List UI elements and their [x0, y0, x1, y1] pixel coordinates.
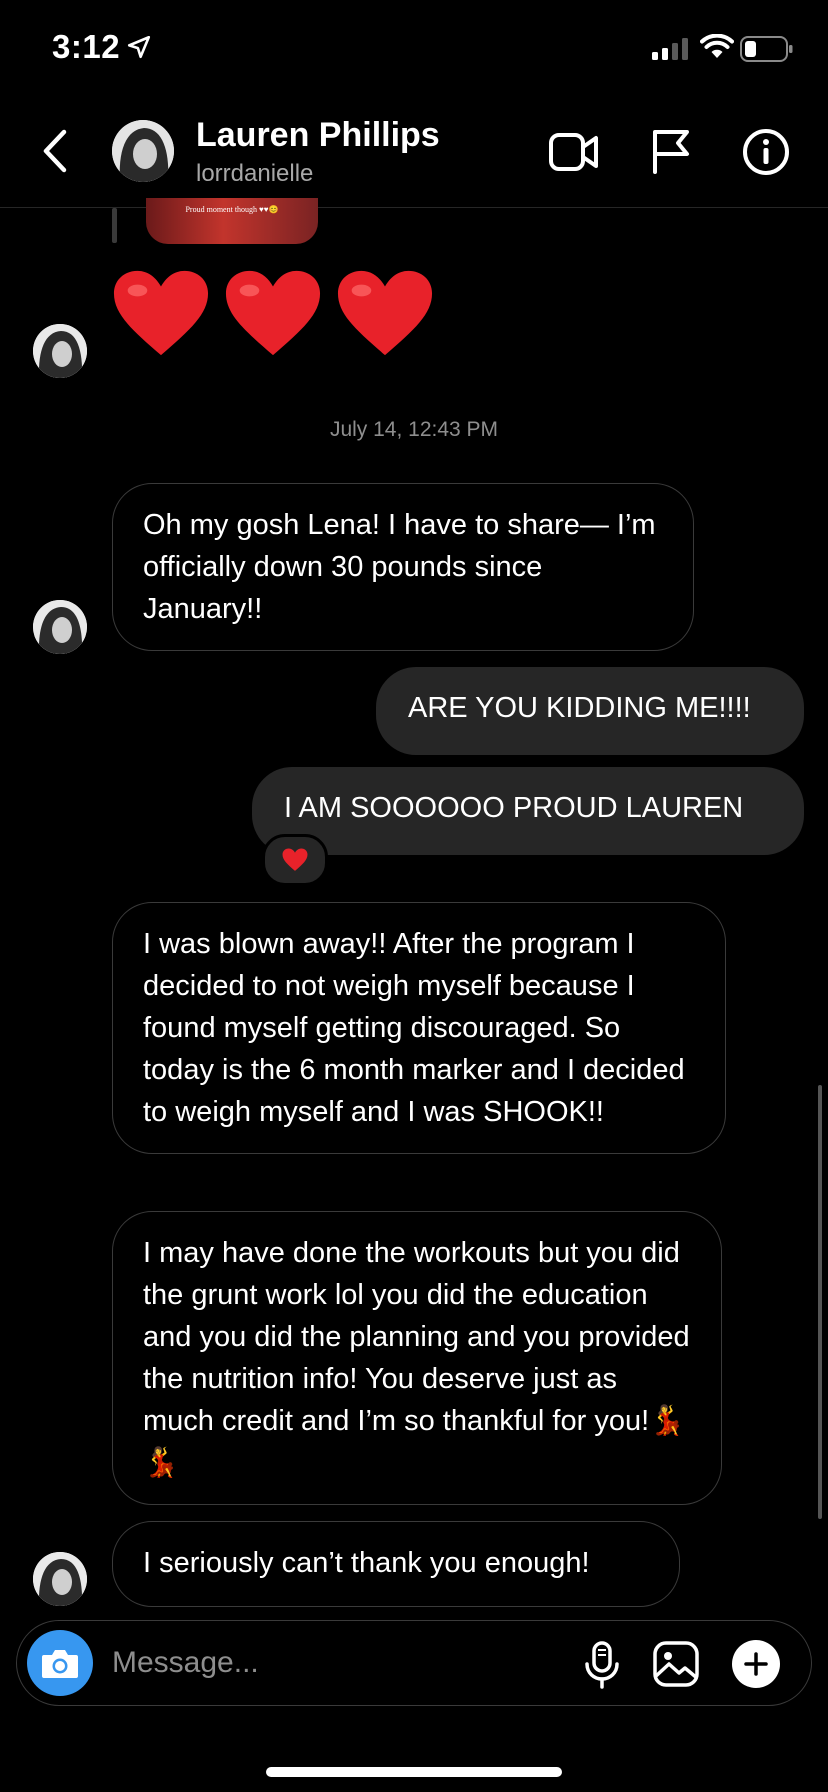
status-time: 3:12	[52, 28, 121, 65]
incoming-message-bubble[interactable]: I may have done the workouts but you did…	[112, 1211, 722, 1505]
contact-name[interactable]: Lauren Phillips	[196, 116, 440, 155]
info-icon[interactable]	[742, 128, 790, 181]
story-reply-bar	[112, 208, 117, 243]
camera-icon	[42, 1650, 78, 1678]
incoming-message-bubble[interactable]: Oh my gosh Lena! I have to share— I’m of…	[112, 483, 694, 651]
battery-icon	[740, 36, 794, 67]
back-icon[interactable]	[40, 128, 70, 179]
sender-avatar[interactable]	[33, 1552, 87, 1606]
flag-icon[interactable]	[650, 128, 692, 179]
signal-icon	[652, 38, 690, 65]
incoming-message-bubble[interactable]: I was blown away!! After the program I d…	[112, 902, 726, 1154]
heart-reaction-icon	[282, 848, 308, 871]
story-reply-caption: Proud moment though ♥♥😊	[185, 205, 279, 214]
heart-emoji	[113, 270, 209, 356]
contact-avatar[interactable]	[112, 120, 174, 182]
header-divider	[0, 207, 828, 208]
incoming-message-bubble[interactable]: I seriously can’t thank you enough!	[112, 1521, 680, 1607]
heart-emoji	[225, 270, 321, 356]
sender-avatar[interactable]	[33, 600, 87, 654]
message-timestamp: July 14, 12:43 PM	[329, 418, 499, 441]
plus-icon	[744, 1652, 768, 1676]
video-call-icon[interactable]	[548, 130, 600, 179]
outgoing-message-bubble[interactable]: I AM SOOOOOO PROUD LAUREN	[252, 767, 804, 855]
scrollbar[interactable]	[818, 1085, 822, 1519]
microphone-icon[interactable]	[582, 1640, 622, 1695]
plus-button[interactable]	[732, 1640, 780, 1688]
gallery-icon[interactable]	[652, 1640, 700, 1693]
story-reply-thumbnail[interactable]: Proud moment though ♥♥😊	[146, 198, 318, 244]
contact-username[interactable]: lorrdanielle	[196, 160, 313, 188]
outgoing-message-bubble[interactable]: ARE YOU KIDDING ME!!!!	[376, 667, 804, 755]
message-input[interactable]	[112, 1641, 472, 1685]
location-arrow-icon	[126, 34, 152, 65]
wifi-icon	[700, 33, 734, 65]
home-indicator[interactable]	[266, 1767, 562, 1777]
sender-avatar[interactable]	[33, 324, 87, 378]
heart-emoji	[337, 270, 433, 356]
camera-button[interactable]	[27, 1630, 93, 1696]
heart-reaction[interactable]	[262, 834, 328, 886]
heart-emoji-message[interactable]	[112, 268, 434, 360]
